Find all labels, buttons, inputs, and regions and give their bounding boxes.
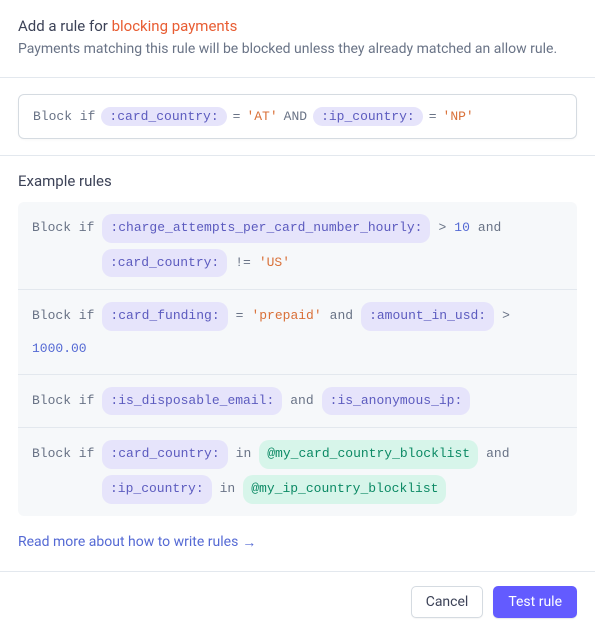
value-at: 'AT' (246, 109, 277, 124)
rule-prefix: Block if (32, 304, 94, 329)
header-section: Add a rule for blocking payments Payment… (0, 0, 595, 77)
example-title: Example rules (18, 172, 577, 190)
field-disposable-email: :is_disposable_email: (102, 387, 282, 416)
value-np: 'NP' (443, 109, 474, 124)
test-rule-button[interactable]: Test rule (493, 586, 577, 618)
value-1000: 1000.00 (32, 337, 87, 362)
page-title: Add a rule for blocking payments (18, 16, 577, 37)
footer-actions: Cancel Test rule (0, 571, 595, 632)
field-ip-country: :ip_country: (102, 475, 212, 504)
rule-prefix: Block if (32, 389, 94, 414)
value-us: 'US' (259, 251, 290, 276)
example-rule[interactable]: Block if :is_disposable_email: and :is_a… (18, 374, 577, 428)
rule-input[interactable]: Block if :card_country: = 'AT' AND :ip_c… (18, 94, 577, 139)
operator-neq: != (235, 251, 251, 276)
field-card-country[interactable]: :card_country: (101, 107, 226, 126)
field-card-country: :card_country: (102, 440, 227, 469)
and-operator: and (478, 216, 501, 241)
rule-continuation: :ip_country: in @my_ip_country_blocklist (102, 475, 563, 504)
and-operator: and (290, 389, 313, 414)
and-operator: and (330, 304, 353, 329)
field-ip-country[interactable]: :ip_country: (313, 107, 423, 126)
field-amount-usd: :amount_in_usd: (361, 302, 494, 331)
operator-gt: > (502, 304, 510, 329)
arrow-right-icon: → (242, 534, 256, 551)
rule-input-section: Block if :card_country: = 'AT' AND :ip_c… (0, 78, 595, 155)
title-suffix: blocking payments (112, 17, 238, 35)
cancel-button[interactable]: Cancel (411, 586, 484, 618)
operator-equals: = (233, 109, 241, 124)
field-card-funding: :card_funding: (102, 302, 227, 331)
example-section: Example rules Block if :charge_attempts_… (0, 156, 595, 571)
example-rule[interactable]: Block if :card_funding: = 'prepaid' and … (18, 289, 577, 373)
page-subtitle: Payments matching this rule will be bloc… (18, 41, 577, 57)
rule-prefix: Block if (32, 442, 94, 467)
and-operator: AND (284, 109, 307, 124)
operator-equals: = (236, 304, 244, 329)
rule-prefix: Block if (32, 216, 94, 241)
operator-in: in (220, 477, 236, 502)
read-more-text: Read more about how to write rules (18, 534, 238, 550)
field-charge-attempts: :charge_attempts_per_card_number_hourly: (102, 214, 430, 243)
rule-continuation: :card_country: != 'US' (102, 249, 563, 278)
and-operator: and (486, 442, 509, 467)
value-10: 10 (454, 216, 470, 241)
example-rule[interactable]: Block if :charge_attempts_per_card_numbe… (18, 202, 577, 289)
operator-in: in (236, 442, 252, 467)
field-card-country: :card_country: (102, 249, 227, 278)
operator-gt: > (438, 216, 446, 241)
example-block: Block if :charge_attempts_per_card_numbe… (18, 202, 577, 516)
value-prepaid: 'prepaid' (251, 304, 321, 329)
operator-equals: = (429, 109, 437, 124)
list-ip-country-blocklist: @my_ip_country_blocklist (243, 475, 446, 504)
list-card-country-blocklist: @my_card_country_blocklist (259, 440, 478, 469)
field-anonymous-ip: :is_anonymous_ip: (322, 387, 471, 416)
title-prefix: Add a rule for (18, 17, 112, 35)
read-more-link[interactable]: Read more about how to write rules → (18, 534, 256, 551)
example-rule[interactable]: Block if :card_country: in @my_card_coun… (18, 427, 577, 515)
rule-prefix: Block if (33, 109, 95, 124)
